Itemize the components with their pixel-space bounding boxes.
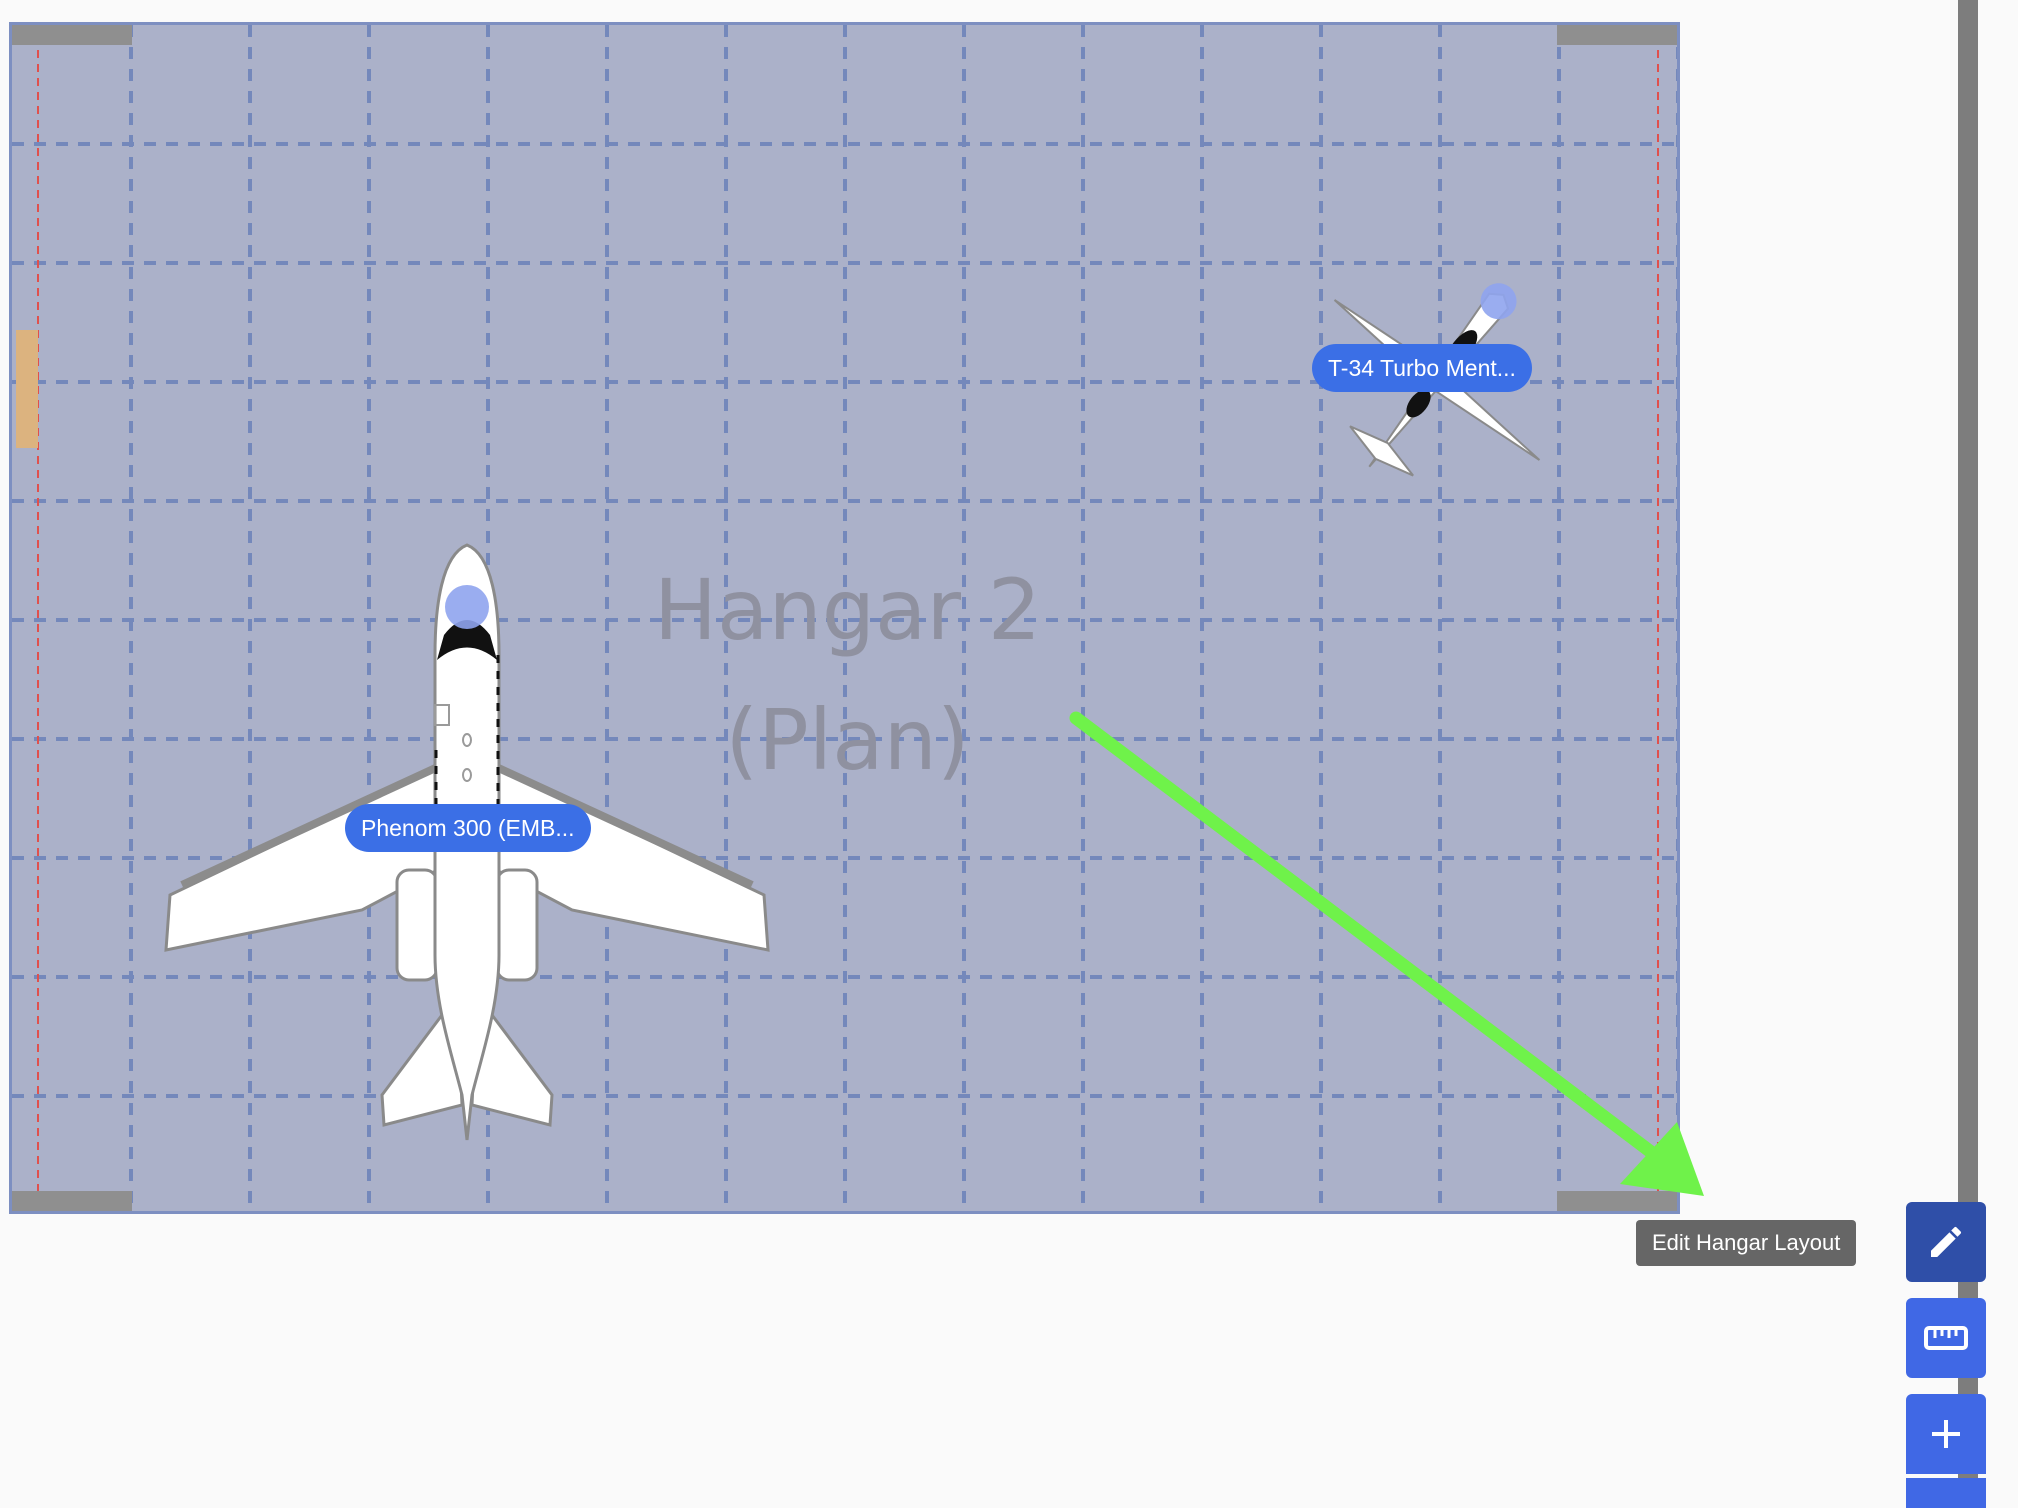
door-track-top-right xyxy=(1557,25,1677,45)
pencil-icon xyxy=(1931,1226,1962,1257)
door-track-bottom-left xyxy=(12,1191,132,1211)
aircraft-label-t34-turbo-mentor[interactable]: T-34 Turbo Ment... xyxy=(1312,344,1532,392)
hangar-floor[interactable]: Hangar 2 (Plan) Phenom 300 (EMB... T-34 … xyxy=(9,22,1680,1214)
side-door-marker xyxy=(16,330,38,448)
add-aircraft-button[interactable] xyxy=(1906,1394,1986,1474)
aircraft-label-phenom-300[interactable]: Phenom 300 (EMB... xyxy=(345,804,591,852)
more-tools-button[interactable] xyxy=(1906,1478,1986,1508)
edit-hangar-layout-button[interactable] xyxy=(1906,1202,1986,1282)
door-track-bottom-right xyxy=(1557,1191,1677,1211)
ruler-icon xyxy=(1924,1326,1968,1350)
hangar-planner-canvas: Hangar 2 (Plan) Phenom 300 (EMB... T-34 … xyxy=(0,0,2018,1508)
plus-icon xyxy=(1932,1420,1960,1448)
edit-layout-tooltip: Edit Hangar Layout xyxy=(1636,1220,1857,1266)
door-track-top-left xyxy=(12,25,132,45)
measure-button[interactable] xyxy=(1906,1298,1986,1378)
